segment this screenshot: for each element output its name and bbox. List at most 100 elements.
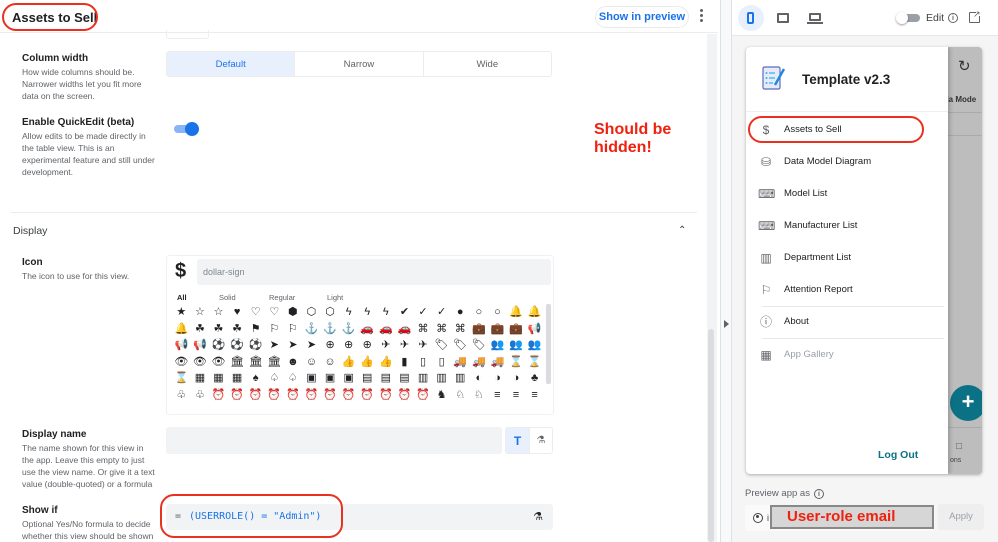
device-desktop-button[interactable] [802,5,828,31]
show-in-preview-button[interactable]: Show in preview [595,6,689,28]
icon-option[interactable]: ⚓ [321,321,340,338]
icon-option[interactable]: 🚚 [488,354,507,371]
icon-option[interactable]: ♤ [284,370,303,387]
icon-option[interactable]: 💼 [507,321,526,338]
icon-option[interactable]: ▮ [395,354,414,371]
icon-option[interactable]: ▤ [358,370,377,387]
icon-option[interactable]: ▥ [432,370,451,387]
icon-option[interactable]: ♞ [432,387,451,404]
menu-item-data-model-diagram[interactable]: ⛁ Data Model Diagram [746,148,948,176]
icon-option[interactable]: 🏛 [246,354,265,371]
icon-option[interactable]: 📢 [525,321,544,338]
icon-option[interactable]: ▦ [228,370,247,387]
icon-option[interactable]: ⬡ [302,304,321,321]
display-name-input[interactable] [166,427,502,454]
icon-search-input[interactable]: dollar-sign [197,259,551,285]
icon-option[interactable]: ⏰ [321,387,340,404]
menu-item-department-list[interactable]: ▥ Department List [746,244,948,272]
column-width-option-narrow[interactable]: Narrow [295,52,424,76]
icon-option[interactable]: 👥 [507,337,526,354]
menu-item-attention-report[interactable]: ⚐ Attention Report [746,276,948,304]
icon-option[interactable]: ≡ [507,387,526,404]
icon-option[interactable]: 💼 [470,321,489,338]
icon-option[interactable]: 🚗 [395,321,414,338]
formula-flask-icon[interactable]: ⚗ [530,427,553,454]
icon-option[interactable]: ⚑ [246,321,265,338]
icon-option[interactable]: ⌛ [525,354,544,371]
menu-item-about[interactable]: ⓘ About [746,308,948,336]
icon-option[interactable]: ⊕ [339,337,358,354]
icon-option[interactable]: 👍 [358,354,377,371]
expand-arrow-icon[interactable] [724,320,729,328]
icon-option[interactable]: ⏰ [377,387,396,404]
icon-option[interactable]: ◐ [470,370,489,387]
menu-item-manufacturer-list[interactable]: ⌨ Manufacturer List [746,212,948,240]
icon-option[interactable]: ☘ [191,321,210,338]
icon-option[interactable]: ♡ [246,304,265,321]
icon-option[interactable]: ➤ [284,337,303,354]
icon-option[interactable]: ⚓ [302,321,321,338]
icon-option[interactable]: ⌛ [507,354,526,371]
refresh-icon[interactable]: ↻ [958,57,971,75]
icon-option[interactable]: 🚚 [470,354,489,371]
icon-option[interactable]: 🏛 [228,354,247,371]
icon-option[interactable]: ☘ [228,321,247,338]
icon-option[interactable]: ⏰ [414,387,433,404]
column-width-option-wide[interactable]: Wide [424,52,551,76]
icon-option[interactable]: 👁 [191,354,210,371]
icon-option[interactable]: 🏷 [470,337,489,354]
icon-option[interactable]: ϟ [358,304,377,321]
icon-option[interactable]: ✓ [414,304,433,321]
add-fab-button[interactable]: + [950,385,982,421]
icon-option[interactable]: ▣ [302,370,321,387]
icon-option[interactable]: ≡ [525,387,544,404]
device-tablet-button[interactable] [770,5,796,31]
icon-option[interactable]: 🔔 [172,321,191,338]
icon-option[interactable]: 🏛 [265,354,284,371]
icon-option[interactable]: 🚗 [377,321,396,338]
icon-tab-light[interactable]: Light [327,293,369,302]
icon-option[interactable]: ☆ [209,304,228,321]
icon-tab-all[interactable]: All [177,293,219,302]
info-icon[interactable]: i [814,489,824,499]
icon-option[interactable]: 🏷 [432,337,451,354]
icon-option[interactable]: ▦ [191,370,210,387]
icon-option[interactable]: ▣ [321,370,340,387]
icon-option[interactable]: 👍 [339,354,358,371]
icon-option[interactable]: ▯ [414,354,433,371]
icon-option[interactable]: ⬡ [321,304,340,321]
icon-option[interactable]: ⌘ [432,321,451,338]
icon-option[interactable]: ◑ [507,370,526,387]
icon-option[interactable]: ⏰ [284,387,303,404]
icon-option[interactable]: ✈ [414,337,433,354]
icon-option[interactable]: 🚗 [358,321,377,338]
menu-item-model-list[interactable]: ⌨ Model List [746,180,948,208]
formula-flask-icon[interactable]: ⚗ [533,510,543,523]
icon-option[interactable]: ○ [470,304,489,321]
icon-option[interactable]: ▤ [377,370,396,387]
icon-option[interactable]: ♡ [265,304,284,321]
icon-option[interactable]: 👁 [172,354,191,371]
apply-button[interactable]: Apply [938,504,984,530]
icon-option[interactable]: ♥ [228,304,247,321]
icon-tab-regular[interactable]: Regular [269,293,327,302]
icon-option[interactable]: ⚽ [246,337,265,354]
icon-option[interactable]: ▦ [209,370,228,387]
icon-option[interactable]: 👁 [209,354,228,371]
icon-option[interactable]: ☘ [209,321,228,338]
icon-option[interactable]: ♤ [265,370,284,387]
icon-option[interactable]: ⏰ [358,387,377,404]
icon-option[interactable]: 🔔 [525,304,544,321]
panel-splitter[interactable] [720,0,732,542]
icon-option[interactable]: 👍 [377,354,396,371]
icon-option[interactable]: ⚓ [339,321,358,338]
icon-option[interactable]: ➤ [265,337,284,354]
icon-option[interactable]: ⚽ [228,337,247,354]
icon-grid-scrollbar[interactable] [546,304,551,384]
icon-option[interactable]: ○ [488,304,507,321]
icon-option[interactable]: ⬢ [284,304,303,321]
icon-option[interactable]: ♘ [470,387,489,404]
icon-option[interactable]: ⊕ [358,337,377,354]
logout-button[interactable]: Log Out [878,449,918,461]
text-mode-button[interactable]: T [505,427,530,454]
